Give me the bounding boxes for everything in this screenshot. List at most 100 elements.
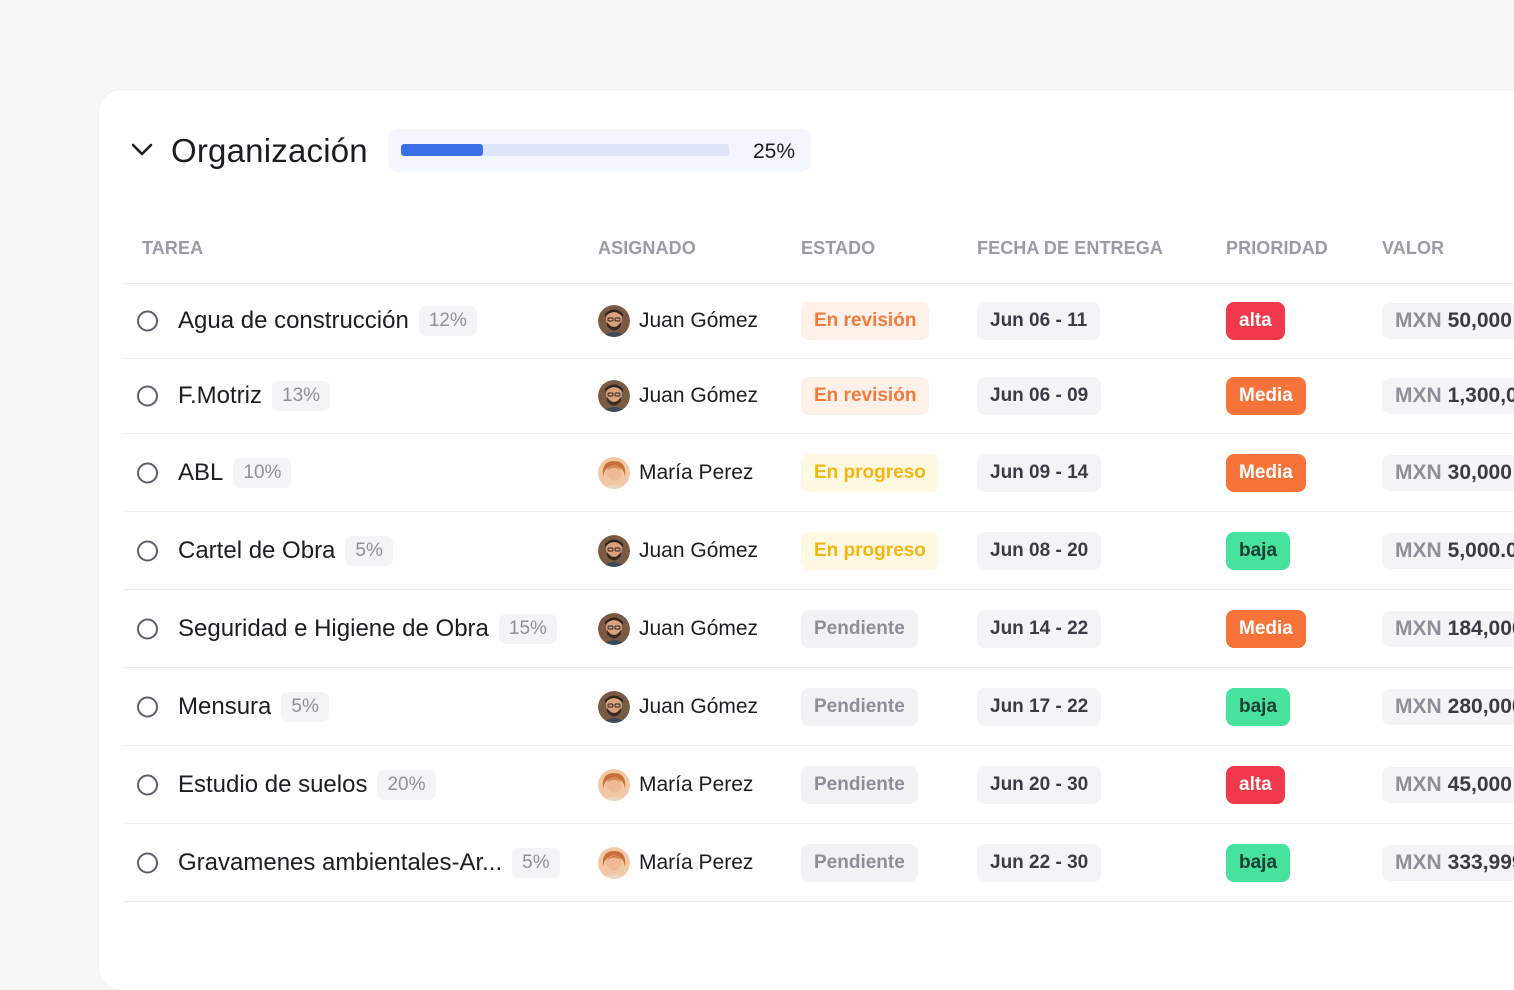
progress-fill (401, 144, 483, 156)
task-name[interactable]: Agua de construcción (178, 307, 409, 335)
task-cell: Mensura 5% (178, 691, 329, 722)
status-badge[interactable]: En revisión (801, 377, 930, 415)
task-name[interactable]: Estudio de suelos (178, 771, 367, 799)
task-name[interactable]: F.Motriz (178, 382, 262, 410)
value-amount: 1,300,000 (1447, 384, 1514, 407)
value-cell[interactable]: MXN1,300,000 (1382, 378, 1514, 414)
status-badge[interactable]: Pendiente (801, 765, 918, 804)
task-percent-badge: 10% (233, 457, 292, 488)
task-complete-checkbox[interactable] (137, 462, 158, 483)
due-date-badge[interactable]: Jun 08 - 20 (977, 531, 1102, 570)
assignee-name: Juan Gómez (639, 538, 759, 562)
task-name[interactable]: Gravamenes ambientales-Ar... (178, 849, 502, 877)
priority-badge[interactable]: alta (1226, 302, 1285, 340)
due-date-badge[interactable]: Jun 06 - 09 (977, 377, 1102, 415)
value-cell[interactable]: MXN 30,000 (1382, 454, 1514, 491)
table-row[interactable]: ABL 10% María Perez En progreso Jun 09 - 14 M… (124, 434, 1514, 512)
task-complete-checkbox[interactable] (137, 852, 158, 873)
assignee-cell[interactable]: Juan Gómez (598, 690, 759, 723)
avatar (598, 690, 630, 723)
avatar (598, 534, 630, 567)
priority-badge[interactable]: baja (1226, 687, 1291, 726)
column-header-task[interactable]: TAREA (142, 238, 203, 259)
column-header-due-date[interactable]: FECHA DE ENTREGA (977, 238, 1163, 259)
due-date-badge[interactable]: Jun 17 - 22 (977, 687, 1102, 726)
assignee-cell[interactable]: María Perez (598, 768, 753, 801)
task-cell: Agua de construcción 12% (178, 306, 477, 336)
column-header-priority[interactable]: PRIORIDAD (1226, 238, 1328, 259)
currency-label: MXN (1395, 772, 1442, 796)
task-percent-badge: 5% (281, 691, 329, 722)
assignee-cell[interactable]: María Perez (598, 846, 754, 879)
status-badge[interactable]: En progreso (801, 453, 939, 492)
assignee-cell[interactable]: Juan Gómez (598, 534, 759, 567)
chevron-down-icon[interactable] (129, 137, 155, 163)
assignee-name: Juan Gómez (639, 309, 759, 332)
table-row[interactable]: Estudio de suelos 20% María Perez Pendiente… (124, 746, 1514, 824)
avatar (598, 768, 630, 801)
currency-label: MXN (1395, 694, 1442, 718)
task-complete-checkbox[interactable] (137, 540, 158, 561)
priority-badge[interactable]: Media (1226, 453, 1306, 492)
task-group-card: Organización 25% TAREA ASIGNADO ESTADO F… (99, 90, 1514, 990)
due-date-badge[interactable]: Jun 14 - 22 (977, 609, 1102, 648)
due-date-badge[interactable]: Jun 22 - 30 (977, 843, 1102, 882)
task-complete-checkbox[interactable] (137, 696, 158, 717)
value-cell[interactable]: MXN184,000 (1382, 610, 1514, 647)
priority-badge[interactable]: alta (1226, 765, 1285, 804)
task-cell: F.Motriz 13% (178, 381, 331, 411)
task-cell: ABL 10% (178, 457, 292, 488)
table-row[interactable]: Agua de construcción 12% Juan Gómez En revi… (124, 284, 1514, 359)
value-cell[interactable]: MXN 50,000 (1382, 303, 1514, 339)
due-date-badge[interactable]: Jun 06 - 11 (977, 302, 1101, 340)
column-header-value[interactable]: VALOR (1382, 238, 1444, 259)
status-badge[interactable]: Pendiente (801, 687, 918, 726)
value-amount: 30,000 (1447, 460, 1512, 484)
status-badge[interactable]: Pendiente (801, 609, 918, 648)
task-name[interactable]: Mensura (178, 693, 271, 721)
assignee-name: María Perez (639, 850, 754, 874)
task-complete-checkbox[interactable] (137, 618, 158, 639)
task-complete-checkbox[interactable] (137, 310, 158, 332)
avatar (598, 380, 630, 412)
priority-badge[interactable]: baja (1226, 843, 1291, 882)
task-name[interactable]: Cartel de Obra (178, 537, 335, 565)
value-cell[interactable]: MXN 45,000 (1382, 766, 1514, 803)
status-badge[interactable]: En revisión (801, 302, 930, 340)
column-header-status[interactable]: ESTADO (801, 238, 875, 259)
status-badge[interactable]: En progreso (801, 531, 939, 570)
task-complete-checkbox[interactable] (137, 385, 158, 407)
assignee-name: María Perez (639, 460, 754, 484)
table-row[interactable]: Mensura 5% Juan Gómez Pendiente Jun 17 - 22 b… (124, 668, 1514, 746)
assignee-cell[interactable]: María Perez (598, 456, 754, 489)
priority-badge[interactable]: baja (1226, 531, 1291, 570)
assignee-cell[interactable]: Juan Gómez (598, 612, 758, 645)
currency-label: MXN (1395, 309, 1442, 332)
value-cell[interactable]: MXN333,999 (1382, 844, 1514, 881)
task-complete-checkbox[interactable] (137, 774, 158, 795)
priority-badge[interactable]: Media (1226, 609, 1306, 648)
task-name[interactable]: ABL (178, 459, 223, 487)
avatar (598, 846, 630, 879)
value-amount: 333,999 (1447, 850, 1514, 874)
column-header-assignee[interactable]: ASIGNADO (598, 238, 696, 259)
status-badge[interactable]: Pendiente (801, 843, 918, 882)
due-date-badge[interactable]: Jun 20 - 30 (977, 765, 1102, 804)
assignee-cell[interactable]: Juan Gómez (598, 380, 758, 412)
due-date-badge[interactable]: Jun 09 - 14 (977, 453, 1102, 492)
table-row[interactable]: F.Motriz 13% Juan Gómez En revisión Jun 06 -… (124, 359, 1514, 434)
task-name[interactable]: Seguridad e Higiene de Obra (178, 615, 489, 643)
value-cell[interactable]: MXN5,000.00 (1382, 532, 1514, 569)
table-row[interactable]: Gravamenes ambientales-Ar... 5% María Pere… (124, 824, 1514, 902)
task-percent-badge: 5% (512, 847, 560, 878)
value-amount: 184,000 (1447, 616, 1514, 640)
table-row[interactable]: Seguridad e Higiene de Obra 15% Juan Gómez… (124, 590, 1514, 668)
value-cell[interactable]: MXN280,000 (1382, 688, 1514, 725)
task-cell: Gravamenes ambientales-Ar... 5% (178, 847, 560, 878)
table-row[interactable]: Cartel de Obra 5% Juan Gómez En progreso Jun… (124, 512, 1514, 590)
task-percent-badge: 13% (272, 381, 331, 411)
priority-badge[interactable]: Media (1226, 377, 1306, 415)
assignee-cell[interactable]: Juan Gómez (598, 305, 758, 337)
assignee-name: Juan Gómez (639, 694, 759, 718)
currency-label: MXN (1395, 616, 1442, 640)
